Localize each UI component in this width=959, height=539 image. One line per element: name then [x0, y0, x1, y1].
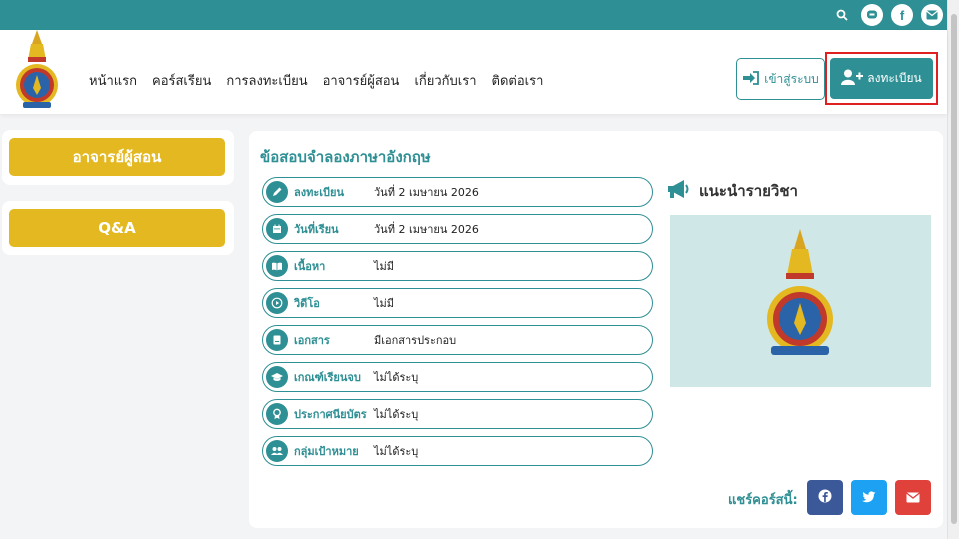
- share-email-button[interactable]: [895, 480, 931, 515]
- info-label: วิดีโอ: [294, 297, 320, 310]
- course-card: ข้อสอบจำลองภาษาอังกฤษ ลงทะเบียน วันที่ 2…: [249, 131, 943, 528]
- megaphone-icon: [667, 179, 691, 203]
- nav-registration[interactable]: การลงทะเบียน: [226, 70, 307, 91]
- info-row-study-date: วันที่เรียน วันที่ 2 เมษายน 2026: [262, 214, 653, 244]
- certificate-icon: [266, 403, 288, 425]
- nav-home[interactable]: หน้าแรก: [89, 70, 137, 91]
- header: หน้าแรก คอร์สเรียน การลงทะเบียน อาจารย์ผ…: [0, 30, 947, 114]
- sidebar-card-qa: Q&A: [2, 201, 234, 255]
- qa-button[interactable]: Q&A: [9, 209, 225, 247]
- main-nav: หน้าแรก คอร์สเรียน การลงทะเบียน อาจารย์ผ…: [89, 70, 558, 91]
- scrollbar-thumb[interactable]: [951, 14, 957, 524]
- share-facebook-button[interactable]: [807, 480, 843, 515]
- teachers-button[interactable]: อาจารย์ผู้สอน: [9, 138, 225, 176]
- info-value: ไม่มี: [374, 260, 395, 273]
- info-value: ไม่ได้ระบุ: [374, 371, 419, 384]
- info-row-target-group: กลุ่มเป้าหมาย ไม่ได้ระบุ: [262, 436, 653, 466]
- top-bar: f: [0, 0, 947, 30]
- course-intro-heading: แนะนำรายวิชา: [667, 179, 798, 203]
- twitter-icon: [862, 488, 876, 507]
- nav-about[interactable]: เกี่ยวกับเรา: [414, 70, 476, 91]
- info-row-documents: เอกสาร มีเอกสารประกอบ: [262, 325, 653, 355]
- course-intro-title: แนะนำรายวิชา: [699, 182, 798, 200]
- info-value: ไม่ได้ระบุ: [374, 445, 419, 458]
- user-plus-icon: [841, 69, 864, 88]
- info-label: กลุ่มเป้าหมาย: [294, 445, 359, 458]
- info-value: ไม่มี: [374, 297, 395, 310]
- play-icon: [266, 292, 288, 314]
- book-icon: [266, 255, 288, 277]
- logo[interactable]: [14, 30, 60, 116]
- calendar-icon: [266, 218, 288, 240]
- nav-courses[interactable]: คอร์สเรียน: [152, 70, 211, 91]
- register-highlight: ลงทะเบียน: [825, 52, 938, 105]
- info-value: วันที่ 2 เมษายน 2026: [374, 186, 479, 199]
- info-value: ไม่ได้ระบุ: [374, 408, 419, 421]
- info-row-completion-criteria: เกณฑ์เรียนจบ ไม่ได้ระบุ: [262, 362, 653, 392]
- info-value: วันที่ 2 เมษายน 2026: [374, 223, 479, 236]
- course-title: ข้อสอบจำลองภาษาอังกฤษ: [260, 148, 431, 166]
- share-twitter-button[interactable]: [851, 480, 887, 515]
- envelope-icon: [906, 488, 920, 507]
- nav-contact[interactable]: ติดต่อเรา: [492, 70, 544, 91]
- course-image: [670, 215, 931, 387]
- info-row-registration: ลงทะเบียน วันที่ 2 เมษายน 2026: [262, 177, 653, 207]
- sign-in-icon: [742, 70, 760, 88]
- info-value: มีเอกสารประกอบ: [374, 334, 457, 347]
- facebook-icon: [818, 488, 832, 507]
- nav-teachers[interactable]: อาจารย์ผู้สอน: [323, 70, 400, 91]
- email-icon[interactable]: [921, 4, 943, 26]
- pencil-icon: [266, 181, 288, 203]
- sidebar-card-teachers: อาจารย์ผู้สอน: [2, 130, 234, 185]
- info-label: ลงทะเบียน: [294, 186, 344, 199]
- search-icon[interactable]: [831, 4, 853, 26]
- info-label: วันที่เรียน: [294, 223, 339, 236]
- info-row-certificate: ประกาศนียบัตร ไม่ได้ระบุ: [262, 399, 653, 429]
- document-icon: [266, 329, 288, 351]
- info-label: เนื้อหา: [294, 260, 326, 273]
- info-row-video: วิดีโอ ไม่มี: [262, 288, 653, 318]
- register-label: ลงทะเบียน: [867, 71, 922, 85]
- info-label: เอกสาร: [294, 334, 330, 347]
- login-button[interactable]: เข้าสู่ระบบ: [736, 58, 825, 100]
- info-row-content: เนื้อหา ไม่มี: [262, 251, 653, 281]
- graduation-cap-icon: [266, 366, 288, 388]
- line-icon[interactable]: [861, 4, 883, 26]
- scrollbar[interactable]: [947, 0, 959, 539]
- share-label: แชร์คอร์สนี้:: [728, 493, 798, 508]
- register-button[interactable]: ลงทะเบียน: [830, 58, 933, 99]
- facebook-icon[interactable]: f: [891, 4, 913, 26]
- info-label: ประกาศนียบัตร: [294, 408, 367, 421]
- info-label: เกณฑ์เรียนจบ: [294, 371, 361, 384]
- users-icon: [266, 440, 288, 462]
- login-label: เข้าสู่ระบบ: [764, 71, 819, 86]
